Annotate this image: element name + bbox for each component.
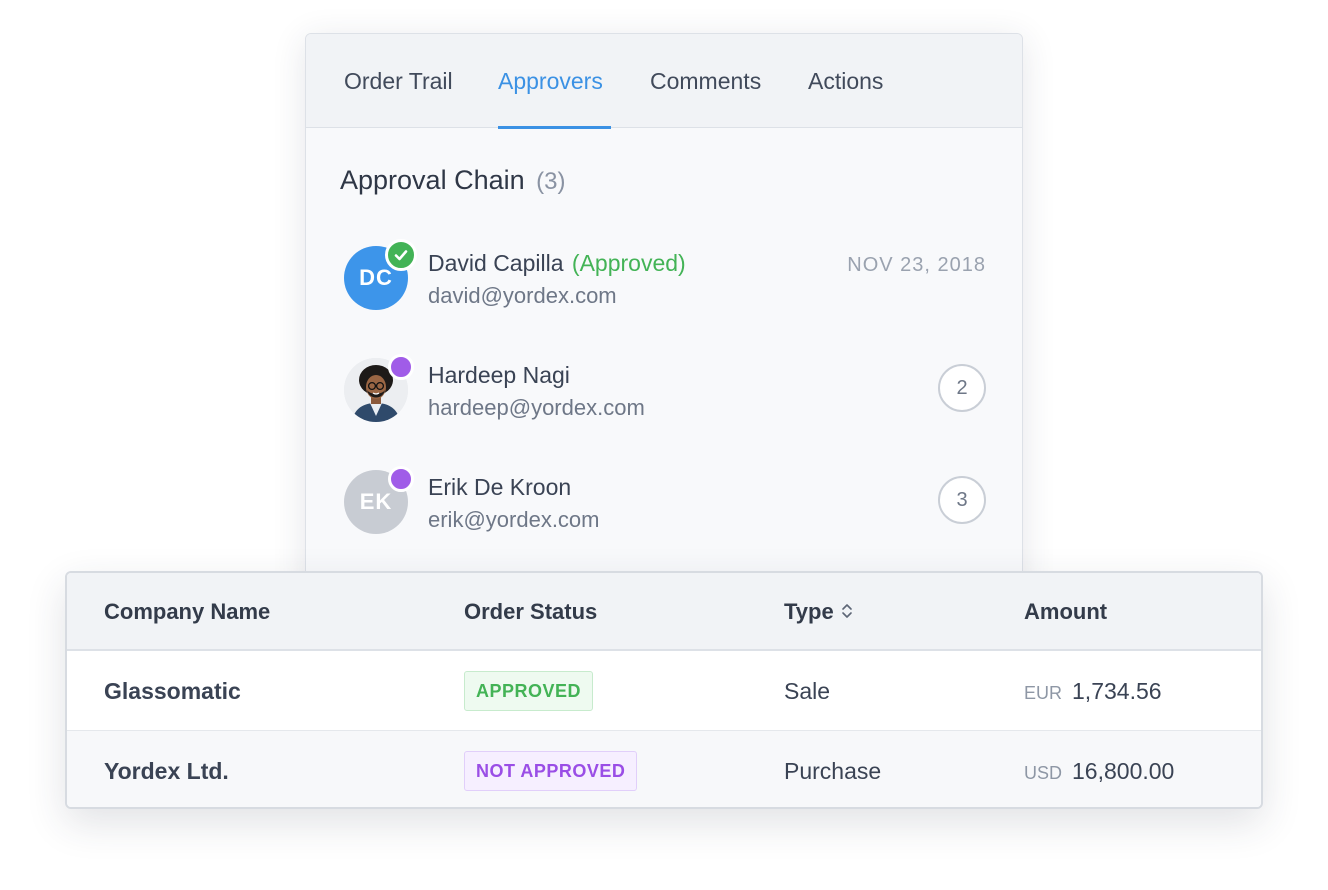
approver-email: david@yordex.com bbox=[428, 283, 617, 308]
approved-label: (Approved) bbox=[571, 250, 686, 276]
column-header-company-name[interactable]: Company Name bbox=[104, 573, 270, 651]
column-header-type[interactable]: Type bbox=[784, 573, 854, 651]
tab-actions[interactable]: Actions bbox=[808, 34, 883, 128]
company-name: Yordex Ltd. bbox=[104, 758, 229, 784]
approvers-panel: Order Trail Approvers Comments Actions A… bbox=[305, 33, 1023, 593]
amount-value: 1,734.56 bbox=[1072, 678, 1162, 704]
order-status-badge: NOT APPROVED bbox=[464, 751, 638, 791]
stage: Order Trail Approvers Comments Actions A… bbox=[0, 0, 1328, 890]
order-type: Purchase bbox=[784, 758, 882, 784]
order-status-badge: APPROVED bbox=[464, 671, 594, 711]
approval-order-badge: 2 bbox=[938, 364, 986, 412]
column-header-type-label: Type bbox=[784, 599, 834, 624]
approver-name-line: David Capilla (Approved) bbox=[428, 250, 686, 277]
approval-chain-heading: Approval Chain (3) bbox=[340, 165, 565, 196]
tab-order-trail[interactable]: Order Trail bbox=[344, 34, 453, 128]
approver-name: Erik De Kroon bbox=[428, 474, 572, 500]
sort-icon[interactable] bbox=[840, 601, 854, 621]
approval-chain-title: Approval Chain bbox=[340, 165, 525, 195]
table-header: Company Name Order Status Type Amount bbox=[67, 573, 1261, 651]
approver-item[interactable]: EK Erik De Kroon erik@yordex.com 3 bbox=[344, 466, 986, 542]
amount-cell: EUR 1,734.56 bbox=[1024, 651, 1162, 733]
approver-email: erik@yordex.com bbox=[428, 507, 600, 532]
approver-name: David Capilla bbox=[428, 250, 564, 276]
tab-comments[interactable]: Comments bbox=[650, 34, 761, 128]
pending-status-icon bbox=[388, 354, 414, 380]
order-type: Sale bbox=[784, 678, 831, 704]
pending-status-icon bbox=[388, 466, 414, 492]
approver-item[interactable]: DC David Capilla (Approved) david@yordex… bbox=[344, 239, 986, 318]
amount-value: 16,800.00 bbox=[1072, 758, 1175, 784]
currency-code: EUR bbox=[1024, 683, 1063, 703]
table-row[interactable]: Yordex Ltd. NOT APPROVED Purchase USD 16,… bbox=[67, 731, 1261, 807]
company-name: Glassomatic bbox=[104, 678, 241, 704]
table-row[interactable]: Glassomatic APPROVED Sale EUR 1,734.56 bbox=[67, 651, 1261, 731]
approval-date: NOV 23, 2018 bbox=[847, 254, 986, 276]
tab-approvers[interactable]: Approvers bbox=[498, 34, 611, 129]
approval-chain-count: (3) bbox=[536, 168, 566, 195]
approval-order-badge: 3 bbox=[938, 476, 986, 524]
amount-cell: USD 16,800.00 bbox=[1024, 731, 1175, 807]
approver-item[interactable]: Hardeep Nagi hardeep@yordex.com 2 bbox=[344, 354, 986, 430]
column-header-amount[interactable]: Amount bbox=[1024, 573, 1107, 651]
approved-check-icon bbox=[385, 239, 417, 271]
approver-email: hardeep@yordex.com bbox=[428, 395, 645, 420]
tab-bar: Order Trail Approvers Comments Actions bbox=[306, 34, 1022, 129]
currency-code: USD bbox=[1024, 763, 1063, 783]
orders-table: Company Name Order Status Type Amount Gl… bbox=[65, 571, 1263, 809]
column-header-order-status[interactable]: Order Status bbox=[464, 573, 597, 651]
approver-name: Hardeep Nagi bbox=[428, 362, 570, 388]
